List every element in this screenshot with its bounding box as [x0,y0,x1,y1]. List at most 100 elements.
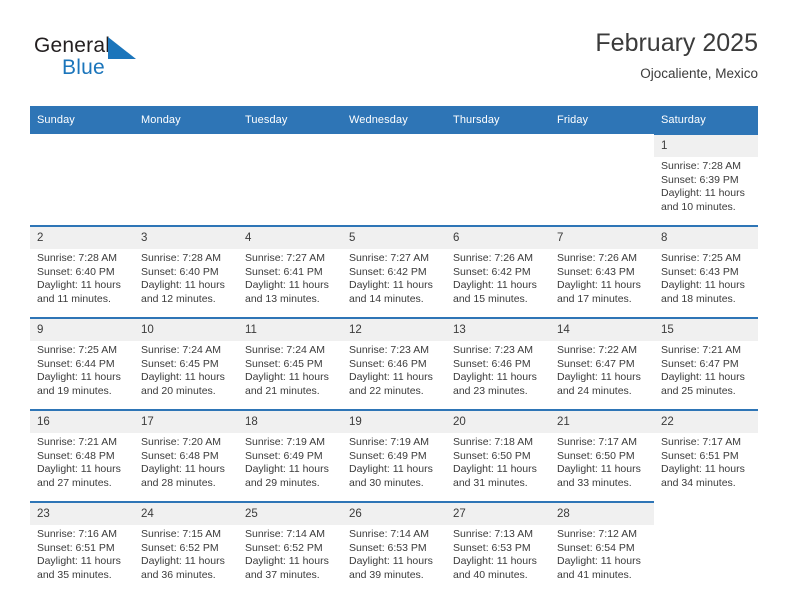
day-details: Sunrise: 7:13 AM Sunset: 6:53 PM Daylight:… [446,525,550,582]
daylight-text-cont: and 34 minutes. [661,476,736,489]
sunset-text: Sunset: 6:40 PM [37,265,115,278]
daylight-text-cont: and 33 minutes. [557,476,632,489]
sunrise-text: Sunrise: 7:26 AM [453,252,533,264]
calendar-day-cell[interactable]: 23 Sunrise: 7:16 AM Sunset: 6:51 PM Dayligh… [30,501,134,593]
calendar-day-cell[interactable]: 17 Sunrise: 7:20 AM Sunset: 6:48 PM Dayligh… [134,409,238,502]
brand-logo[interactable]: General Blue [34,34,234,90]
daylight-text: Daylight: 11 hours [349,371,433,384]
sunrise-text: Sunrise: 7:25 AM [661,252,741,264]
calendar-day-cell[interactable]: 18 Sunrise: 7:19 AM Sunset: 6:49 PM Dayligh… [238,409,342,502]
day-details: Sunrise: 7:23 AM Sunset: 6:46 PM Daylight:… [342,341,446,398]
sunrise-text: Sunrise: 7:14 AM [349,528,429,540]
day-number [134,134,238,156]
daylight-text-cont: and 30 minutes. [349,476,424,489]
calendar-day-cell[interactable]: 21 Sunrise: 7:17 AM Sunset: 6:50 PM Dayligh… [550,409,654,502]
day-details: Sunrise: 7:24 AM Sunset: 6:45 PM Daylight:… [134,341,238,398]
weekday-header-sunday: Sunday [30,106,134,134]
daylight-text: Daylight: 11 hours [141,555,225,568]
day-number [342,134,446,156]
daylight-text-cont: and 15 minutes. [453,292,528,305]
daylight-text: Daylight: 11 hours [245,371,329,384]
sunrise-text: Sunrise: 7:18 AM [453,436,533,448]
calendar-day-cell[interactable]: 7 Sunrise: 7:26 AM Sunset: 6:43 PM Daylight… [550,225,654,318]
calendar-day-cell[interactable]: 19 Sunrise: 7:19 AM Sunset: 6:49 PM Dayligh… [342,409,446,502]
calendar-day-cell[interactable]: 6 Sunrise: 7:26 AM Sunset: 6:42 PM Daylight… [446,225,550,318]
calendar-empty-cell [238,134,342,226]
brand-name-general: General [34,34,111,57]
daylight-text-cont: and 35 minutes. [37,568,112,581]
day-details: Sunrise: 7:27 AM Sunset: 6:42 PM Daylight:… [342,249,446,306]
calendar-day-cell[interactable]: 14 Sunrise: 7:22 AM Sunset: 6:47 PM Dayligh… [550,317,654,410]
day-details: Sunrise: 7:24 AM Sunset: 6:45 PM Daylight:… [238,341,342,398]
daylight-text: Daylight: 11 hours [141,279,225,292]
day-details: Sunrise: 7:25 AM Sunset: 6:43 PM Daylight:… [654,249,758,306]
calendar-day-cell[interactable]: 20 Sunrise: 7:18 AM Sunset: 6:50 PM Dayligh… [446,409,550,502]
calendar-day-cell[interactable]: 24 Sunrise: 7:15 AM Sunset: 6:52 PM Dayligh… [134,501,238,593]
calendar-week-row: 2 Sunrise: 7:28 AM Sunset: 6:40 PM Daylight… [30,225,758,318]
daylight-text: Daylight: 11 hours [37,463,121,476]
calendar-empty-cell [446,134,550,226]
day-details: Sunrise: 7:16 AM Sunset: 6:51 PM Daylight:… [30,525,134,582]
calendar-page: General Blue February 2025 Ojocaliente, … [0,0,792,612]
sunset-text: Sunset: 6:46 PM [349,357,427,370]
daylight-text-cont: and 22 minutes. [349,384,424,397]
day-details: Sunrise: 7:26 AM Sunset: 6:42 PM Daylight:… [446,249,550,306]
calendar-day-cell[interactable]: 2 Sunrise: 7:28 AM Sunset: 6:40 PM Daylight… [30,225,134,318]
calendar-day-cell[interactable]: 10 Sunrise: 7:24 AM Sunset: 6:45 PM Dayligh… [134,317,238,410]
sunset-text: Sunset: 6:41 PM [245,265,323,278]
calendar-day-cell[interactable]: 9 Sunrise: 7:25 AM Sunset: 6:44 PM Daylight… [30,317,134,410]
calendar-week-row: 23 Sunrise: 7:16 AM Sunset: 6:51 PM Dayligh… [30,501,758,593]
day-details: Sunrise: 7:28 AM Sunset: 6:40 PM Daylight:… [30,249,134,306]
calendar-day-cell[interactable]: 28 Sunrise: 7:12 AM Sunset: 6:54 PM Dayligh… [550,501,654,593]
brand-name-blue: Blue [62,56,105,79]
daylight-text: Daylight: 11 hours [141,463,225,476]
calendar-day-cell[interactable]: 22 Sunrise: 7:17 AM Sunset: 6:51 PM Dayligh… [654,409,758,502]
calendar-day-cell[interactable]: 5 Sunrise: 7:27 AM Sunset: 6:42 PM Daylight… [342,225,446,318]
calendar-day-cell[interactable]: 15 Sunrise: 7:21 AM Sunset: 6:47 PM Dayligh… [654,317,758,410]
daylight-text: Daylight: 11 hours [661,463,745,476]
calendar-day-cell[interactable]: 11 Sunrise: 7:24 AM Sunset: 6:45 PM Dayligh… [238,317,342,410]
sunrise-text: Sunrise: 7:13 AM [453,528,533,540]
calendar-day-cell[interactable]: 25 Sunrise: 7:14 AM Sunset: 6:52 PM Dayligh… [238,501,342,593]
daylight-text: Daylight: 11 hours [453,463,537,476]
calendar-empty-cell [550,134,654,226]
daylight-text-cont: and 13 minutes. [245,292,320,305]
daylight-text-cont: and 17 minutes. [557,292,632,305]
calendar-day-cell[interactable]: 8 Sunrise: 7:25 AM Sunset: 6:43 PM Daylight… [654,225,758,318]
daylight-text: Daylight: 11 hours [453,279,537,292]
calendar-day-cell[interactable]: 13 Sunrise: 7:23 AM Sunset: 6:46 PM Dayligh… [446,317,550,410]
daylight-text-cont: and 27 minutes. [37,476,112,489]
day-number: 2 [30,227,134,249]
daylight-text-cont: and 28 minutes. [141,476,216,489]
day-details: Sunrise: 7:21 AM Sunset: 6:47 PM Daylight:… [654,341,758,398]
daylight-text: Daylight: 11 hours [557,371,641,384]
calendar-day-cell[interactable]: 4 Sunrise: 7:27 AM Sunset: 6:41 PM Daylight… [238,225,342,318]
sunrise-text: Sunrise: 7:25 AM [37,344,117,356]
day-details: Sunrise: 7:27 AM Sunset: 6:41 PM Daylight:… [238,249,342,306]
weekday-header-friday: Friday [550,106,654,134]
day-number: 26 [342,503,446,525]
calendar-day-cell[interactable]: 26 Sunrise: 7:14 AM Sunset: 6:53 PM Dayligh… [342,501,446,593]
day-details: Sunrise: 7:21 AM Sunset: 6:48 PM Daylight:… [30,433,134,490]
day-details: Sunrise: 7:25 AM Sunset: 6:44 PM Daylight:… [30,341,134,398]
sunrise-text: Sunrise: 7:12 AM [557,528,637,540]
day-number: 14 [550,319,654,341]
day-details: Sunrise: 7:17 AM Sunset: 6:51 PM Daylight:… [654,433,758,490]
sunset-text: Sunset: 6:50 PM [453,449,531,462]
calendar-day-cell[interactable]: 3 Sunrise: 7:28 AM Sunset: 6:40 PM Daylight… [134,225,238,318]
calendar-day-cell[interactable]: 16 Sunrise: 7:21 AM Sunset: 6:48 PM Dayligh… [30,409,134,502]
calendar-day-cell[interactable]: 1 Sunrise: 7:28 AM Sunset: 6:39 PM Daylight… [654,133,758,226]
day-number: 24 [134,503,238,525]
calendar-day-cell[interactable]: 12 Sunrise: 7:23 AM Sunset: 6:46 PM Dayligh… [342,317,446,410]
daylight-text-cont: and 12 minutes. [141,292,216,305]
daylight-text: Daylight: 11 hours [557,279,641,292]
daylight-text: Daylight: 11 hours [245,463,329,476]
weekday-header-thursday: Thursday [446,106,550,134]
sunrise-text: Sunrise: 7:27 AM [245,252,325,264]
day-number: 7 [550,227,654,249]
sunset-text: Sunset: 6:51 PM [37,541,115,554]
daylight-text-cont: and 29 minutes. [245,476,320,489]
calendar-day-cell[interactable]: 27 Sunrise: 7:13 AM Sunset: 6:53 PM Dayligh… [446,501,550,593]
page-header: General Blue February 2025 Ojocaliente, … [34,28,758,98]
calendar-empty-cell [30,134,134,226]
